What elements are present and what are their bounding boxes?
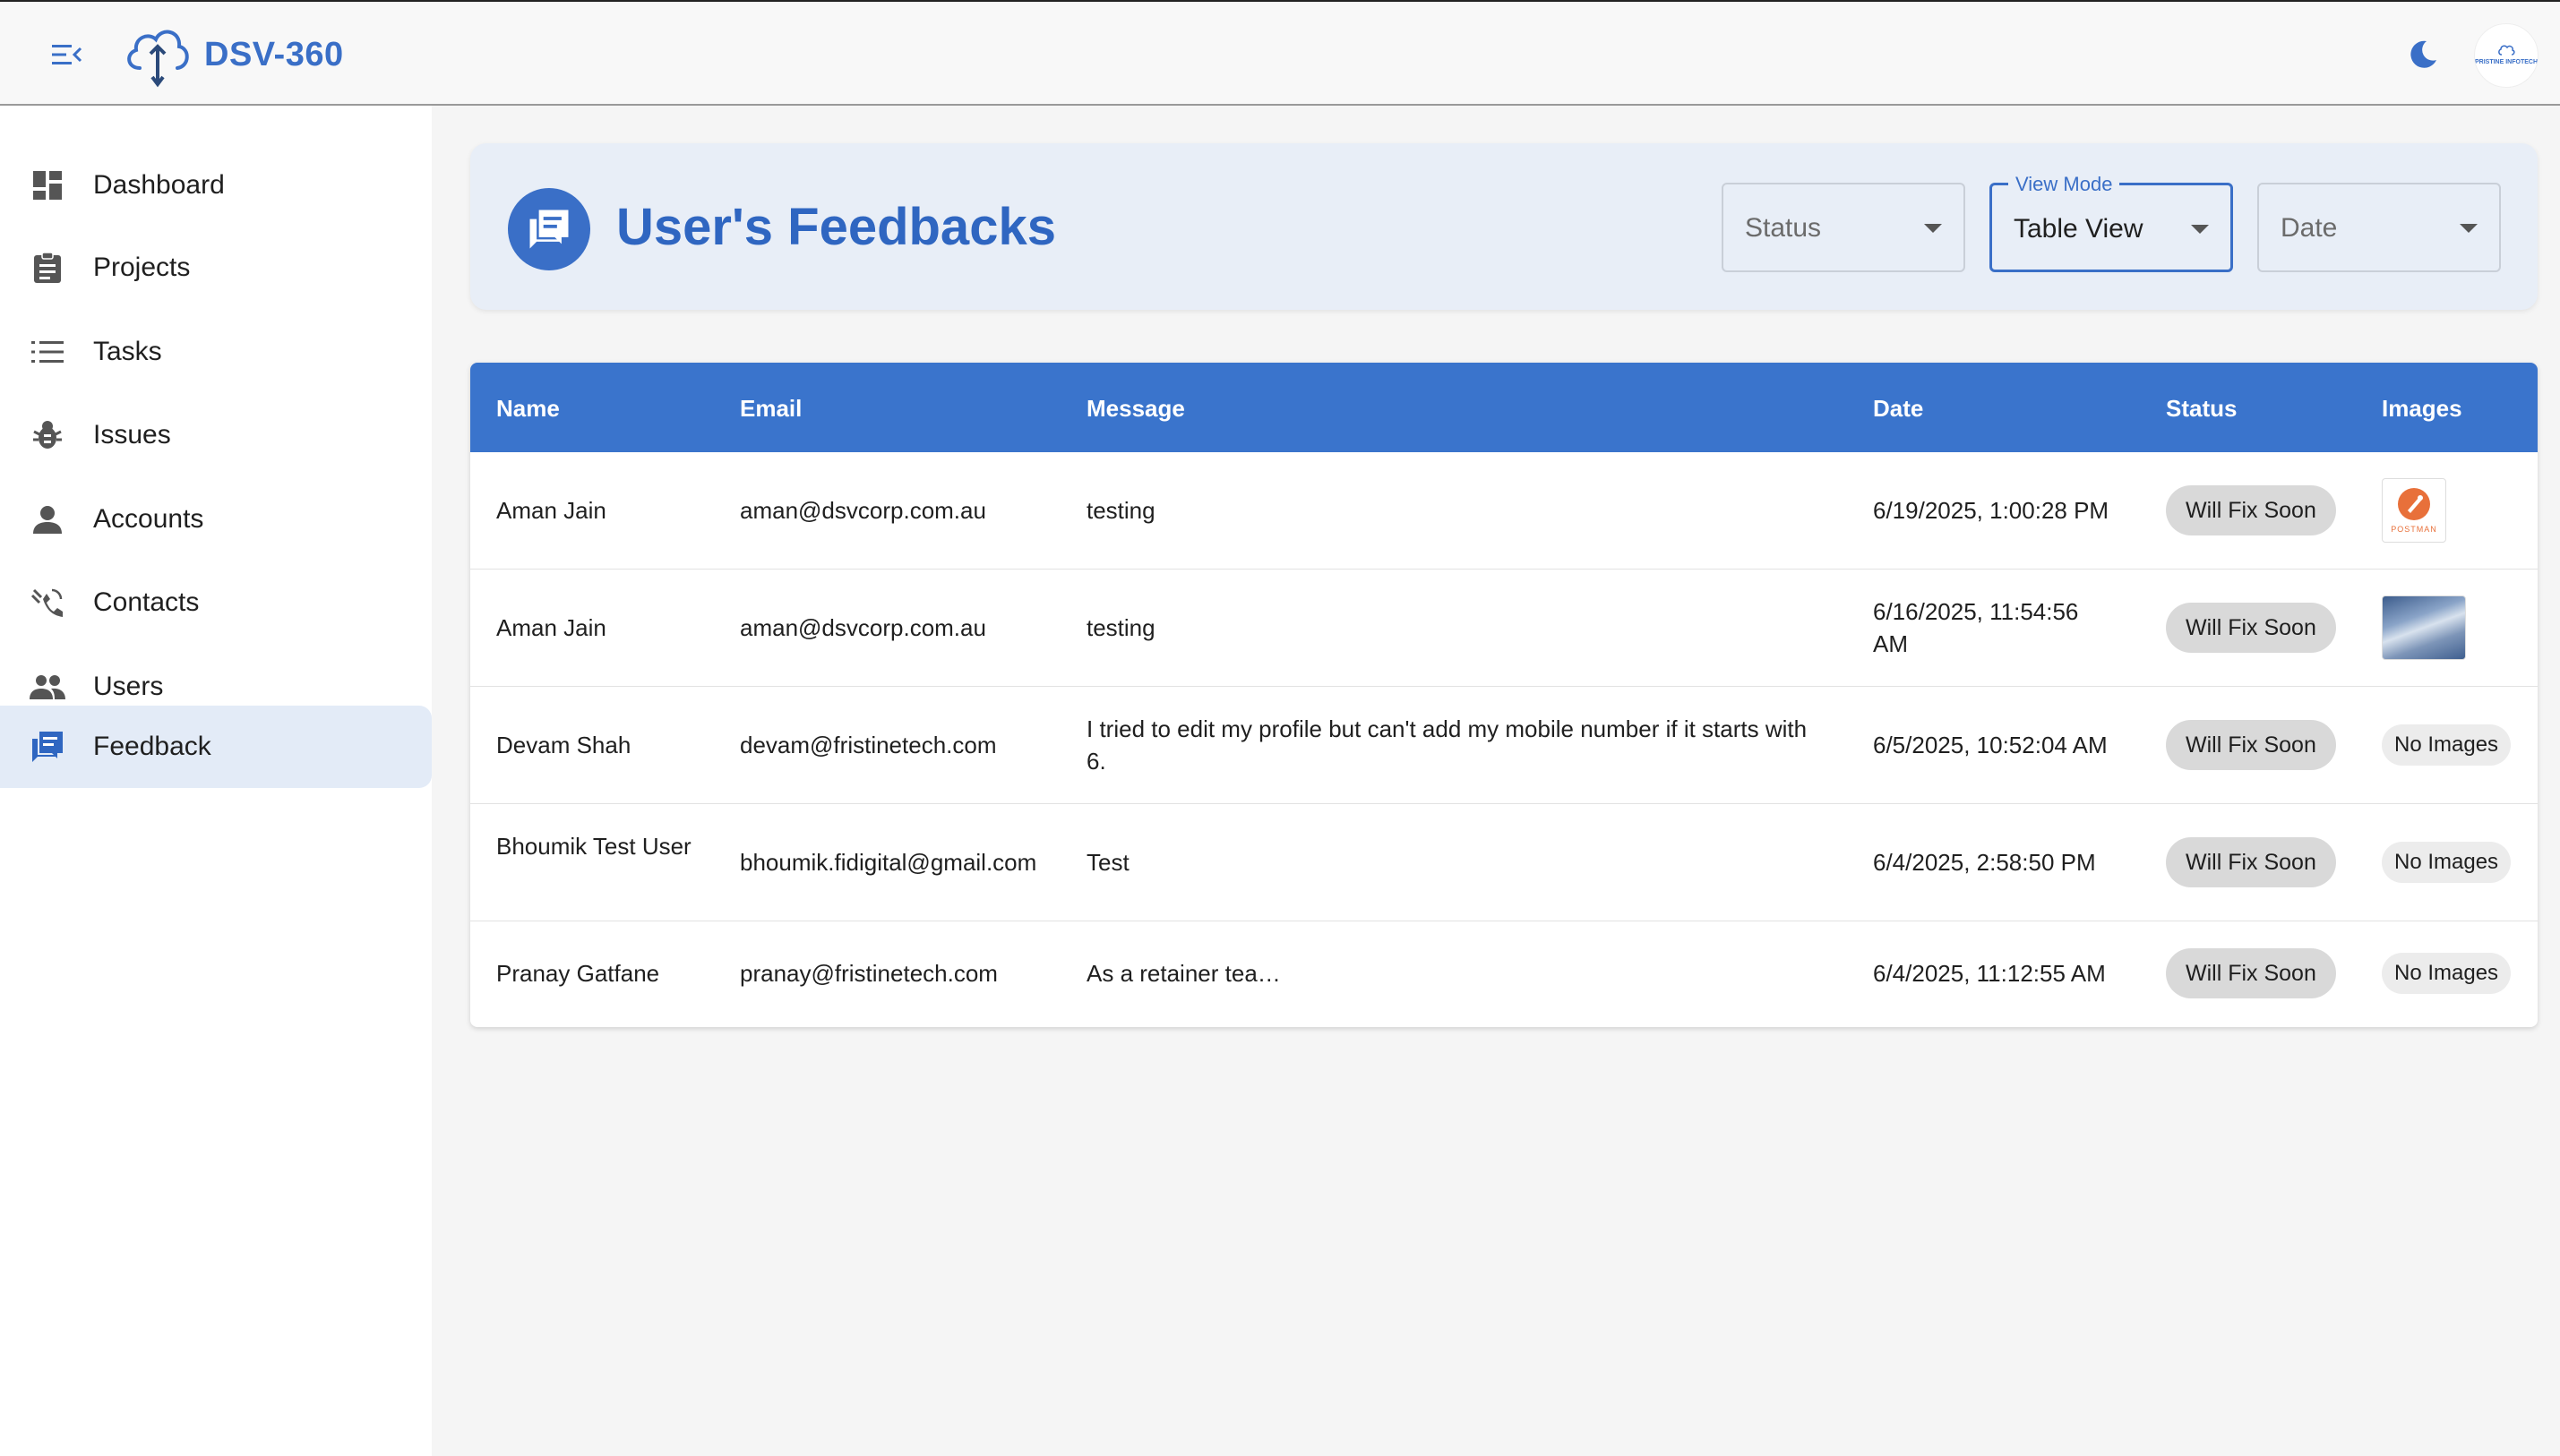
cell-email: bhoumik.fidigital@gmail.com — [740, 849, 1037, 876]
table-row[interactable]: Devam Shah devam@fristinetech.com I trie… — [470, 687, 2538, 804]
cell-message: I tried to edit my profile but can't add… — [1087, 715, 1808, 775]
cell-email: aman@dsvcorp.com.au — [740, 614, 986, 641]
column-header-images[interactable]: Images — [2382, 395, 2462, 423]
no-images-chip: No Images — [2382, 842, 2512, 883]
avatar-text: PRISTINE INFOTECH — [2475, 59, 2539, 65]
sidebar-item-label: Tasks — [93, 337, 162, 366]
dashboard-icon — [29, 167, 66, 204]
postman-thumbnail-image[interactable]: POSTMAN — [2382, 478, 2446, 543]
cell-name: Pranay Gatfane — [496, 960, 660, 987]
contacts-icon — [29, 584, 66, 621]
cell-message: Test — [1087, 849, 1130, 876]
cell-date: 6/5/2025, 10:52:04 AM — [1873, 732, 2108, 758]
cell-email: aman@dsvcorp.com.au — [740, 497, 986, 524]
list-icon — [29, 333, 66, 371]
cell-date: 6/4/2025, 2:58:50 PM — [1873, 849, 2096, 876]
sidebar-item-dashboard[interactable]: Dashboard — [0, 144, 432, 227]
postman-text: POSTMAN — [2391, 525, 2437, 534]
status-filter-placeholder: Status — [1745, 213, 1822, 243]
sidebar-item-label: Dashboard — [93, 170, 225, 200]
status-chip[interactable]: Will Fix Soon — [2166, 720, 2336, 770]
cloud-upload-logo-icon — [127, 30, 189, 88]
cell-name: Aman Jain — [496, 497, 606, 524]
column-header-email[interactable]: Email — [740, 395, 802, 423]
no-images-chip: No Images — [2382, 724, 2512, 766]
table-row[interactable]: Pranay Gatfane pranay@fristinetech.com A… — [470, 921, 2538, 1027]
status-chip[interactable]: Will Fix Soon — [2166, 603, 2336, 653]
app-bar: DSV-360 PRISTINE INFOTECH — [0, 0, 2560, 106]
status-chip[interactable]: Will Fix Soon — [2166, 948, 2336, 998]
table-row[interactable]: Bhoumik Test User bhoumik.fidigital@gmai… — [470, 804, 2538, 921]
brand[interactable]: DSV-360 — [122, 21, 344, 88]
user-avatar[interactable]: PRISTINE INFOTECH — [2474, 23, 2539, 88]
sidebar-item-accounts[interactable]: Accounts — [0, 478, 432, 561]
date-filter-select[interactable]: Date — [2257, 183, 2501, 272]
column-header-message[interactable]: Message — [1087, 395, 1185, 423]
sidebar-item-label: Accounts — [93, 504, 204, 534]
page-header: User's Feedbacks Status View Mode Table … — [470, 143, 2538, 310]
cell-message: testing — [1087, 614, 1155, 641]
column-header-name[interactable]: Name — [496, 395, 560, 423]
sidebar-item-contacts[interactable]: Contacts — [0, 561, 432, 644]
sidebar-item-tasks[interactable]: Tasks — [0, 311, 432, 393]
column-header-status[interactable]: Status — [2166, 395, 2237, 423]
view-mode-select[interactable]: View Mode Table View — [1989, 173, 2233, 272]
dropdown-arrow-icon — [2460, 224, 2478, 233]
view-mode-label: View Mode — [2008, 173, 2120, 196]
app-name: DSV-360 — [204, 35, 344, 73]
sidebar-item-feedback[interactable]: Feedback — [0, 706, 432, 788]
sidebar-item-label: Feedback — [93, 732, 211, 761]
postman-logo-icon — [2398, 488, 2430, 520]
cell-message: testing — [1087, 497, 1155, 524]
feedback-icon — [29, 728, 66, 766]
status-filter-select[interactable]: Status — [1722, 183, 1965, 272]
cell-date: 6/19/2025, 1:00:28 PM — [1873, 497, 2109, 524]
table-row[interactable]: Aman Jain aman@dsvcorp.com.au testing 6/… — [470, 570, 2538, 687]
status-chip[interactable]: Will Fix Soon — [2166, 485, 2336, 535]
feedback-table: Name Email Message Date Status Images Am… — [470, 363, 2538, 1027]
sidebar-item-label: Contacts — [93, 587, 200, 617]
sidebar-item-issues[interactable]: Issues — [0, 394, 432, 476]
clouds-thumbnail-image[interactable] — [2382, 595, 2466, 660]
people-icon — [29, 668, 66, 706]
cell-email: devam@fristinetech.com — [740, 732, 997, 758]
date-filter-placeholder: Date — [2281, 213, 2338, 243]
cell-date: 6/16/2025, 11:54:56 AM — [1873, 598, 2079, 657]
sidebar-item-projects[interactable]: Projects — [0, 227, 432, 309]
table-header: Name Email Message Date Status Images — [470, 363, 2538, 452]
cell-message: As a retainer tea… — [1087, 960, 1281, 987]
table-row[interactable]: Aman Jain aman@dsvcorp.com.au testing 6/… — [470, 452, 2538, 570]
cell-name: Aman Jain — [496, 614, 606, 641]
sidebar-item-label: Users — [93, 672, 164, 701]
feedback-header-icon — [508, 188, 590, 270]
cell-name: Devam Shah — [496, 732, 631, 758]
cell-name: Bhoumik Test User — [496, 833, 692, 860]
no-images-chip: No Images — [2382, 953, 2512, 994]
person-icon — [29, 501, 66, 538]
dropdown-arrow-icon — [1924, 224, 1942, 233]
clipboard-icon — [29, 249, 66, 287]
page-title: User's Feedbacks — [616, 198, 1056, 256]
cell-email: pranay@fristinetech.com — [740, 960, 998, 987]
column-header-date[interactable]: Date — [1873, 395, 1923, 423]
menu-collapse-icon[interactable] — [45, 34, 90, 75]
bug-icon — [29, 416, 66, 454]
cell-date: 6/4/2025, 11:12:55 AM — [1873, 960, 2106, 987]
view-mode-value: Table View — [2014, 214, 2143, 244]
dark-mode-moon-icon[interactable] — [2402, 34, 2444, 75]
status-chip[interactable]: Will Fix Soon — [2166, 837, 2336, 887]
sidebar-item-label: Issues — [93, 420, 171, 450]
avatar-cloud-icon — [2498, 45, 2515, 56]
sidebar: Dashboard Projects Tasks Issues Accounts… — [0, 106, 432, 1456]
dropdown-arrow-icon — [2191, 225, 2209, 234]
sidebar-item-label: Projects — [93, 253, 191, 282]
